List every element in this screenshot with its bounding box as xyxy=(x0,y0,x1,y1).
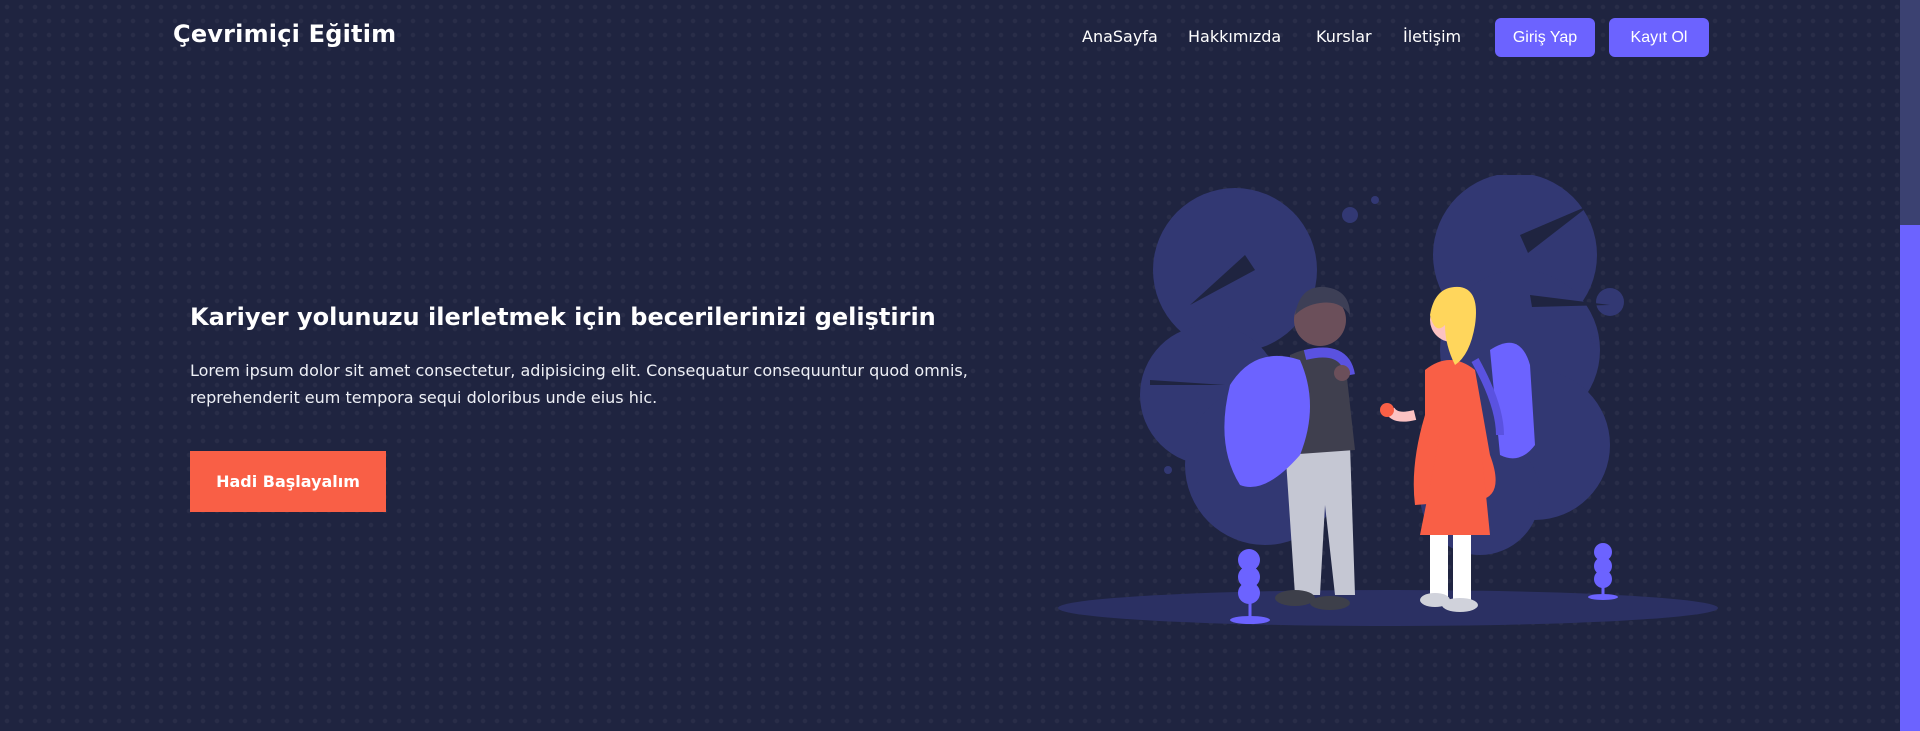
top-navbar: Çevrimiçi Eğitim AnaSayfa Hakkımızda Kur… xyxy=(0,0,1900,75)
brand-logo[interactable]: Çevrimiçi Eğitim xyxy=(173,20,396,48)
nav-link-about[interactable]: Hakkımızda xyxy=(1188,27,1281,46)
hero-title: Kariyer yolunuzu ilerletmek için beceril… xyxy=(190,303,936,331)
register-button[interactable]: Kayıt Ol xyxy=(1609,18,1709,57)
get-started-button[interactable]: Hadi Başlayalım xyxy=(190,451,386,512)
nav-link-home[interactable]: AnaSayfa xyxy=(1082,27,1158,46)
hero-description: Lorem ipsum dolor sit amet consectetur, … xyxy=(190,361,968,407)
login-button[interactable]: Giriş Yap xyxy=(1495,18,1595,57)
scrollbar-thumb[interactable] xyxy=(1900,225,1920,731)
nav-link-contact[interactable]: İletişim xyxy=(1403,27,1461,46)
nav-link-courses[interactable]: Kurslar xyxy=(1316,27,1372,46)
students-with-backpacks-illustration xyxy=(1058,175,1718,626)
